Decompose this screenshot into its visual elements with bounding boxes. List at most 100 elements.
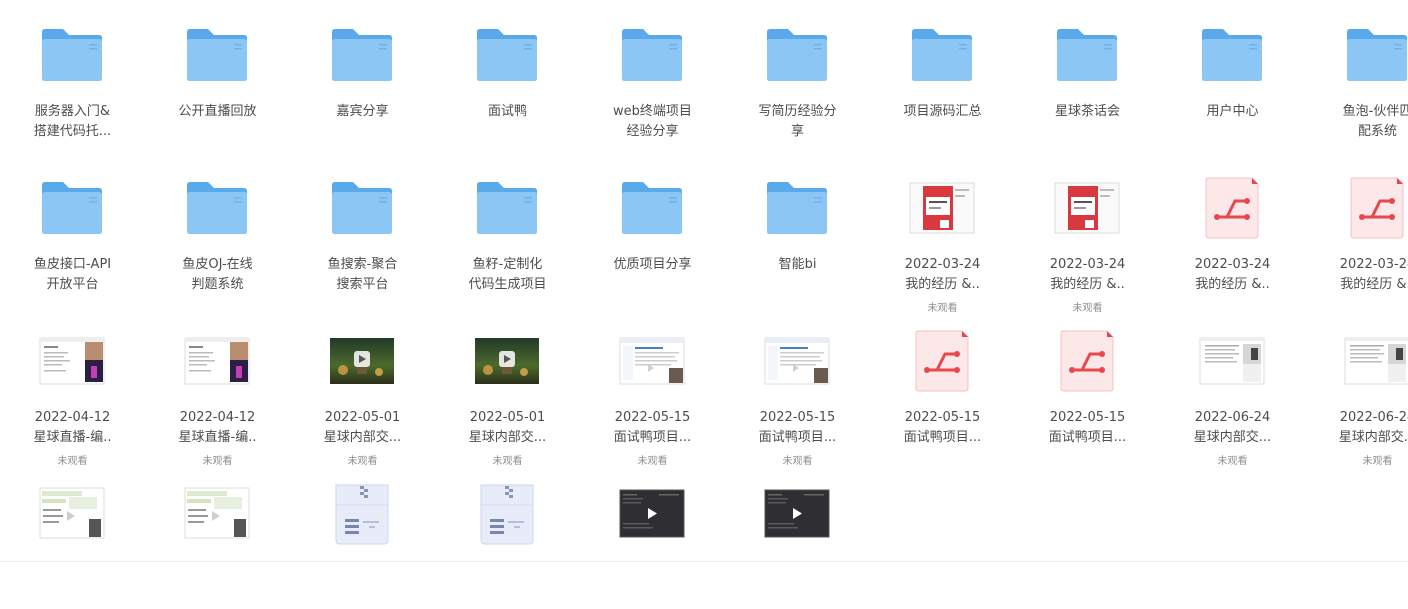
item-name-line: 2022-03-24 (904, 257, 981, 272)
item-name-line: 2022-03-24 (1339, 257, 1408, 272)
file-item[interactable]: 2022-03-24 我的经历 &.. (1160, 153, 1305, 303)
mindmap-file-icon (1054, 330, 1120, 392)
item-name-line: 2022-05-01 (324, 410, 401, 425)
folder-item[interactable]: 优质项目分享 (580, 153, 725, 303)
item-name: web终端项目 经验分享 (580, 102, 725, 142)
watch-status: 未观看 (1362, 456, 1393, 467)
item-name-line: 2022-05-15 (904, 410, 981, 425)
folder-item[interactable]: 智能bi (725, 153, 870, 303)
item-name-line: 搜索平台 (336, 277, 389, 292)
folder-icon (1054, 24, 1120, 86)
file-item[interactable]: 2022-04-12 星球直播-编.. 未观看 (145, 306, 290, 467)
folder-item[interactable]: web终端项目 经验分享 (580, 0, 725, 150)
file-item[interactable]: 2022-04-12 星球直播-编.. 未观看 (0, 306, 145, 467)
file-item[interactable]: 2022-05-01 星球内部交... 未观看 (290, 306, 435, 467)
folder-item[interactable]: 嘉宾分享 (290, 0, 435, 150)
file-item[interactable]: 2022-06-24 星球内部交... 未观看 (1160, 306, 1305, 467)
file-grid: 服务器入门& 搭建代码托... 公开直播回放 嘉宾分享 面试鸭 web终端项目 … (0, 0, 1408, 566)
folder-icon (474, 177, 540, 239)
item-name: 写简历经验分享 (725, 102, 870, 142)
item-name-line: 写简历经验分 (758, 104, 837, 119)
file-item[interactable]: 2022-05-15 面试鸭项目... (1015, 306, 1160, 456)
item-name-line: 鱼皮OJ-在线 (182, 257, 253, 272)
file-item[interactable] (725, 459, 870, 609)
item-name: 公开直播回放 (145, 102, 290, 122)
file-item[interactable]: 2022-03-24 我的经历 &.. 未观看 (870, 153, 1015, 314)
item-name: 2022-05-15 面试鸭项目... (870, 408, 1015, 448)
item-name-line: 鱼籽-定制化 (472, 257, 543, 272)
file-item[interactable] (435, 459, 580, 609)
folder-item[interactable]: 星球茶话会 (1015, 0, 1160, 150)
item-name: 优质项目分享 (580, 255, 725, 275)
file-item[interactable] (290, 459, 435, 609)
item-name-line: 面试鸭 (487, 104, 527, 119)
item-name-line: 2022-03-24 (1194, 257, 1271, 272)
video-thumbnail-icon (474, 330, 540, 392)
file-item[interactable]: 2022-06-24 星球内部交... 未观看 (1305, 306, 1408, 467)
item-name: 2022-05-15 面试鸭项目... (725, 408, 870, 448)
item-name-line: 享 (790, 124, 804, 139)
item-name-line: 项目源码汇总 (903, 104, 982, 119)
mindmap-file-icon (1344, 177, 1408, 239)
item-name-line: 2022-05-15 (1049, 410, 1126, 425)
item-name: 面试鸭 (435, 102, 580, 122)
item-name-line: 嘉宾分享 (336, 104, 389, 119)
item-name: 鱼籽-定制化 代码生成项目 (435, 255, 580, 295)
item-name-line: 智能bi (778, 257, 817, 272)
item-name: 鱼搜索-聚合 搜索平台 (290, 255, 435, 295)
item-name: 2022-05-01 星球内部交... (290, 408, 435, 448)
item-name-line: 2022-04-12 (179, 410, 256, 425)
folder-item[interactable]: 项目源码汇总 (870, 0, 1015, 150)
folder-item[interactable]: 鱼泡-伙伴匹 配系统 (1305, 0, 1408, 150)
item-name-line: 优质项目分享 (613, 257, 692, 272)
folder-item[interactable]: 公开直播回放 (145, 0, 290, 150)
video-thumbnail-icon (184, 330, 250, 392)
item-name-line: 星球内部交... (468, 430, 547, 445)
item-name-line: 用户中心 (1206, 104, 1259, 119)
mindmap-file-icon (909, 330, 975, 392)
folder-item[interactable]: 鱼皮接口-API 开放平台 (0, 153, 145, 303)
file-item[interactable] (0, 459, 145, 609)
item-name: 鱼皮OJ-在线 判题系统 (145, 255, 290, 295)
item-name-line: 2022-05-01 (469, 410, 546, 425)
file-item[interactable]: 2022-05-15 面试鸭项目... 未观看 (580, 306, 725, 467)
image-thumbnail-icon (184, 483, 250, 545)
item-name-line: 鱼泡-伙伴匹 (1342, 104, 1408, 119)
folder-item[interactable]: 鱼籽-定制化 代码生成项目 (435, 153, 580, 303)
item-name: 用户中心 (1160, 102, 1305, 122)
item-name-line: 鱼搜索-聚合 (327, 257, 398, 272)
folder-icon (764, 177, 830, 239)
folder-item[interactable]: 面试鸭 (435, 0, 580, 150)
folder-item[interactable]: 写简历经验分享 (725, 0, 870, 150)
file-item[interactable] (580, 459, 725, 609)
item-name: 2022-04-12 星球直播-编.. (0, 408, 145, 448)
item-name-line: 搭建代码托... (33, 124, 112, 139)
folder-item[interactable]: 服务器入门& 搭建代码托... (0, 0, 145, 150)
item-name-line: 鱼皮接口-API (33, 257, 112, 272)
zip-file-icon (474, 483, 540, 545)
video-thumbnail-icon (619, 330, 685, 392)
file-item[interactable]: 2022-03-24 我的经历 &.. (1305, 153, 1408, 303)
folder-icon (39, 177, 105, 239)
item-name-line: 2022-03-24 (1049, 257, 1126, 272)
file-item[interactable]: 2022-03-24 我的经历 &.. 未观看 (1015, 153, 1160, 314)
item-name-line: 判题系统 (191, 277, 244, 292)
item-name-line: 面试鸭项目... (903, 430, 982, 445)
item-name-line: web终端项目 (613, 104, 692, 119)
folder-item[interactable]: 用户中心 (1160, 0, 1305, 150)
item-name-line: 星球内部交... (323, 430, 402, 445)
file-item[interactable]: 2022-05-15 面试鸭项目... 未观看 (725, 306, 870, 467)
image-thumbnail-icon (39, 483, 105, 545)
folder-icon (474, 24, 540, 86)
item-name-line: 我的经历 &.. (1340, 277, 1408, 292)
folder-icon (1344, 24, 1408, 86)
video-thumbnail-icon (329, 330, 395, 392)
image-thumbnail-icon (909, 177, 975, 239)
folder-item[interactable]: 鱼皮OJ-在线 判题系统 (145, 153, 290, 303)
folder-item[interactable]: 鱼搜索-聚合 搜索平台 (290, 153, 435, 303)
item-name-line: 2022-05-15 (759, 410, 836, 425)
file-item[interactable] (145, 459, 290, 609)
item-name-line: 我的经历 &.. (905, 277, 980, 292)
file-item[interactable]: 2022-05-15 面试鸭项目... (870, 306, 1015, 456)
file-item[interactable]: 2022-05-01 星球内部交... 未观看 (435, 306, 580, 467)
